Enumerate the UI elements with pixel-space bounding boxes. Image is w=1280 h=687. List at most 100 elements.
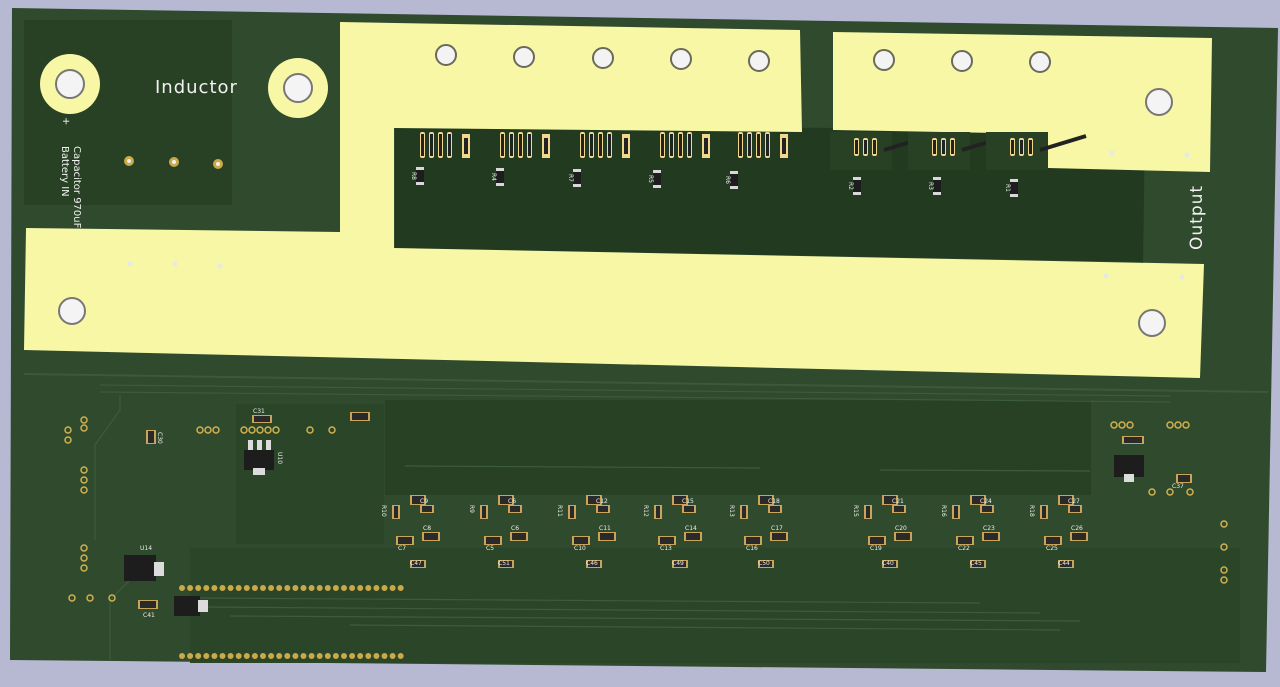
- bank-ctop-label: C24: [980, 498, 992, 505]
- u10-pin: [248, 440, 253, 450]
- bank-cbot-label: C45: [970, 560, 982, 567]
- header-pin: [381, 653, 388, 659]
- u14-tab: [154, 562, 164, 576]
- header-pin: [397, 653, 404, 659]
- header-pin: [324, 653, 331, 659]
- mounting-hole-5: [1138, 309, 1166, 337]
- bank-cb-body: [686, 533, 700, 540]
- mosfet-tab-shadow: [704, 138, 708, 154]
- resistor-pad: [933, 192, 941, 195]
- header-pin: [195, 653, 202, 659]
- mosfet-lead-shadow: [608, 134, 611, 156]
- resistor-pad: [573, 169, 581, 172]
- bank-ca-label: C7: [398, 545, 406, 552]
- u14-body: [124, 555, 156, 581]
- u-reg-body: [174, 596, 200, 616]
- bank-ca-body: [746, 537, 760, 544]
- header-pin: [365, 585, 372, 591]
- header-pin: [316, 585, 323, 591]
- header-pin: [251, 653, 258, 659]
- header-pin: [260, 653, 266, 659]
- header-pin: [268, 585, 275, 591]
- bank-cbot-label: C47: [410, 560, 422, 567]
- resistor-pad: [416, 167, 424, 170]
- pcb-3d-viewer-canvas[interactable]: Inductor Output Capacitor 970uF Battery …: [0, 0, 1280, 683]
- mosfet-lead-shadow: [933, 140, 936, 154]
- bank-ca-label: C19: [870, 545, 882, 552]
- bank-ctop-label: C21: [892, 498, 904, 505]
- bank-r-body: [482, 506, 486, 518]
- header-pin: [292, 653, 299, 659]
- bank-cb-body: [1072, 533, 1086, 540]
- bank-cb-label: C20: [895, 525, 907, 532]
- bank-ctop-body: [422, 506, 432, 512]
- bank-cb-label: C8: [423, 525, 431, 532]
- bank-ctop-body: [770, 506, 780, 512]
- mounting-hole-2: [268, 58, 328, 118]
- bank-r-label: R11: [556, 505, 563, 517]
- mosfet-lead-shadow: [510, 134, 513, 156]
- bank-ca-body: [660, 537, 674, 544]
- bank-cb-label: C11: [599, 525, 611, 532]
- mounting-hole-4: [1145, 88, 1173, 116]
- bank-ca-body: [958, 537, 972, 544]
- bank-cbot-label: C51: [498, 560, 510, 567]
- resistor-pad: [730, 171, 738, 174]
- via: [127, 261, 133, 267]
- u-right-tab: [1124, 474, 1134, 482]
- bank-ctop-body: [510, 506, 520, 512]
- bank-r-label: R9: [468, 505, 475, 513]
- mosfet-lead-shadow: [1011, 140, 1014, 154]
- bank-ctop-label: C18: [768, 498, 780, 505]
- bank-cb-body: [512, 533, 526, 540]
- header-pin: [243, 585, 250, 591]
- resistor-pad: [933, 177, 941, 180]
- u-reg-tab: [198, 600, 208, 612]
- mosfet-tab-shadow: [464, 138, 468, 154]
- via-hole: [216, 162, 220, 166]
- header-pin: [195, 585, 202, 591]
- bank-cbot-label: C44: [1058, 560, 1070, 567]
- bank-r-body: [394, 506, 398, 518]
- c30-body: [148, 431, 154, 443]
- bank-cb-label: C6: [511, 525, 519, 532]
- via: [1103, 273, 1109, 279]
- lower-strip-zone: [190, 548, 1240, 663]
- bank-ctop-label: C12: [596, 498, 608, 505]
- mosfet-lead-shadow: [421, 134, 424, 156]
- c41-body: [140, 601, 156, 608]
- header-pin: [300, 585, 307, 591]
- header-pin: [276, 585, 283, 591]
- resistor-pad: [416, 182, 424, 185]
- header-pin: [243, 653, 250, 659]
- header-pin: [332, 585, 339, 591]
- bank-ctop-body: [684, 506, 694, 512]
- bank-r-label: R13: [728, 505, 735, 517]
- bank-r-label: R16: [940, 505, 947, 517]
- cap-c-body: [352, 413, 368, 420]
- mosfet-lead-shadow: [430, 134, 433, 156]
- bank-ctop-body: [894, 506, 904, 512]
- u-right-body: [1114, 455, 1144, 477]
- via: [217, 263, 223, 269]
- pour-hole: [873, 49, 895, 71]
- bank-ctop-label: C27: [1068, 498, 1080, 505]
- mosfet-lead-shadow: [581, 134, 584, 156]
- inductor-zone: [24, 20, 232, 205]
- mosfet-tab-shadow: [544, 138, 548, 154]
- header-pin: [268, 653, 275, 659]
- resistor-ref-label: R4: [490, 173, 497, 181]
- header-pin: [179, 585, 185, 591]
- header-pin: [219, 585, 226, 591]
- resistor-pad: [573, 184, 581, 187]
- resistor-pad: [496, 168, 504, 171]
- bank-r-body: [1042, 506, 1046, 518]
- via: [172, 261, 178, 267]
- mosfet-lead-shadow: [739, 134, 742, 156]
- bank-cb-body: [424, 533, 438, 540]
- c31-label: C31: [253, 408, 265, 415]
- header-pin: [203, 585, 210, 591]
- header-pin: [211, 653, 218, 659]
- bank-ca-body: [574, 537, 588, 544]
- capacitor-label: Capacitor 970uF: [71, 146, 82, 229]
